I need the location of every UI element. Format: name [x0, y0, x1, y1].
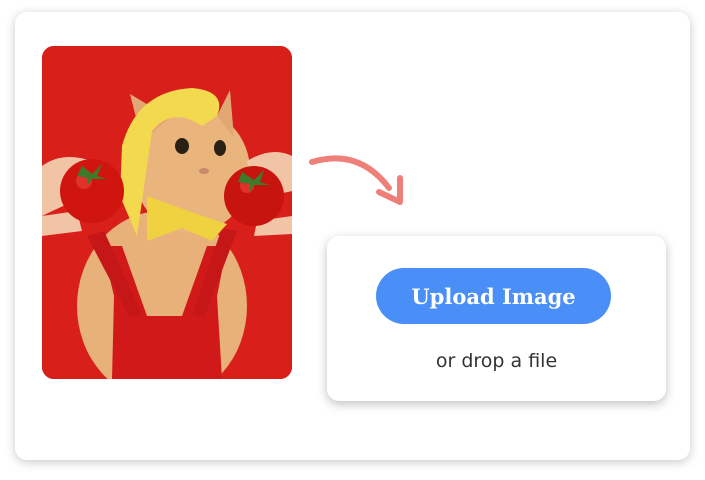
- curved-arrow-icon: [309, 155, 403, 205]
- upload-panel[interactable]: Upload Image or drop a file: [327, 236, 666, 401]
- cat-photo: [42, 46, 292, 379]
- upload-image-button[interactable]: Upload Image: [376, 268, 611, 324]
- drop-file-label: or drop a file: [435, 350, 558, 372]
